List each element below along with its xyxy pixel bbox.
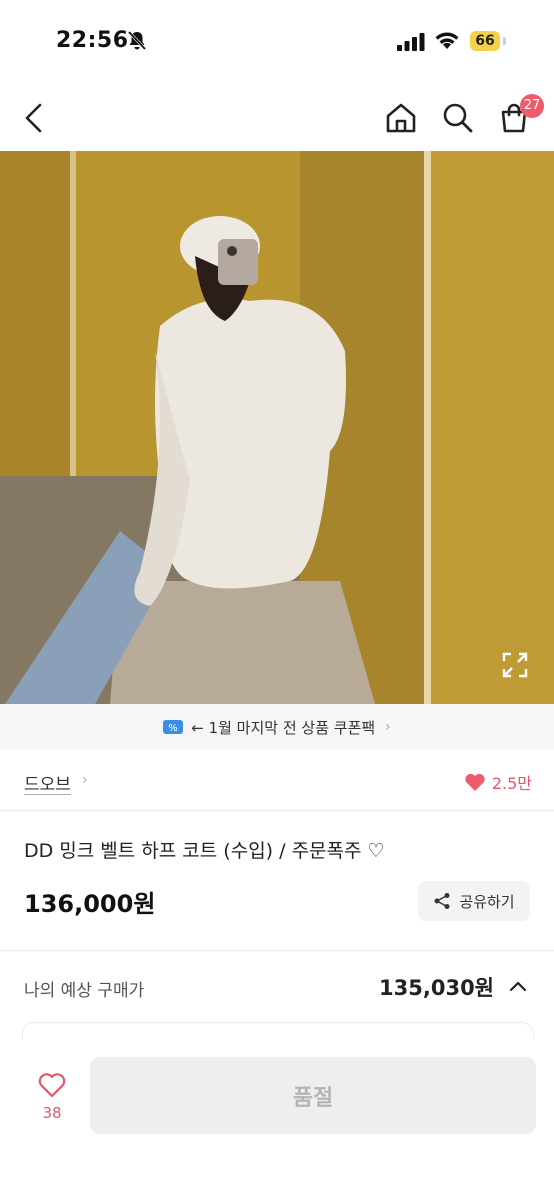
product-image[interactable]	[0, 151, 554, 704]
shop-name-link[interactable]: 드오브	[24, 770, 71, 795]
shop-row: 드오브 › 2.5만	[0, 760, 554, 802]
bell-muted-icon	[127, 30, 147, 51]
battery-indicator: 66	[470, 31, 500, 51]
share-label: 공유하기	[459, 892, 515, 911]
back-button[interactable]	[14, 98, 54, 138]
status-time: 22:56	[56, 28, 129, 53]
divider	[0, 810, 554, 811]
heart-filled-icon	[465, 773, 485, 791]
estimated-price-value: 135,030원	[379, 976, 494, 1000]
product-title: DD 밍크 벨트 하프 코트 (수입) / 주문폭주 ♡	[24, 840, 385, 862]
wishlist-count: 38	[42, 1104, 62, 1122]
share-button[interactable]: 공유하기	[418, 881, 530, 921]
signal-icon	[397, 33, 425, 51]
chevron-up-icon[interactable]	[508, 976, 528, 996]
home-button[interactable]	[381, 98, 421, 138]
battery-tip	[503, 37, 506, 45]
shop-likes-count: 2.5만	[491, 774, 532, 793]
cart-count-badge: 27	[520, 94, 544, 118]
shop-likes[interactable]: 2.5만	[464, 770, 532, 794]
svg-text:%: %	[168, 723, 178, 734]
estimated-price-label: 나의 예상 구매가	[24, 981, 145, 1001]
product-price: 136,000원	[24, 890, 156, 918]
fullscreen-expand-icon[interactable]	[502, 652, 528, 678]
wishlist-button[interactable]: 38	[30, 1072, 74, 1122]
back-arrow-icon	[25, 103, 42, 133]
share-icon	[434, 893, 450, 909]
top-nav	[0, 88, 554, 148]
chevron-right-icon: ›	[82, 772, 88, 788]
home-icon	[386, 103, 416, 133]
coupon-banner-text: ← 1월 마지막 전 상품 쿠폰팩	[191, 718, 376, 737]
coupon-icon: %	[163, 720, 184, 734]
wifi-icon	[435, 32, 459, 49]
search-button[interactable]	[438, 98, 478, 138]
status-bar: 22:56 66	[0, 0, 554, 80]
search-icon	[443, 103, 473, 133]
coupon-banner[interactable]: % ← 1월 마지막 전 상품 쿠폰팩 ›	[0, 704, 554, 750]
divider	[0, 950, 554, 951]
chevron-right-icon: ›	[385, 719, 391, 735]
product-photo-illustration	[0, 151, 554, 704]
sold-out-button[interactable]: 품절	[90, 1057, 536, 1134]
heart-outline-icon	[38, 1073, 66, 1098]
estimated-price-row[interactable]: 나의 예상 구매가 135,030원	[0, 970, 554, 1006]
